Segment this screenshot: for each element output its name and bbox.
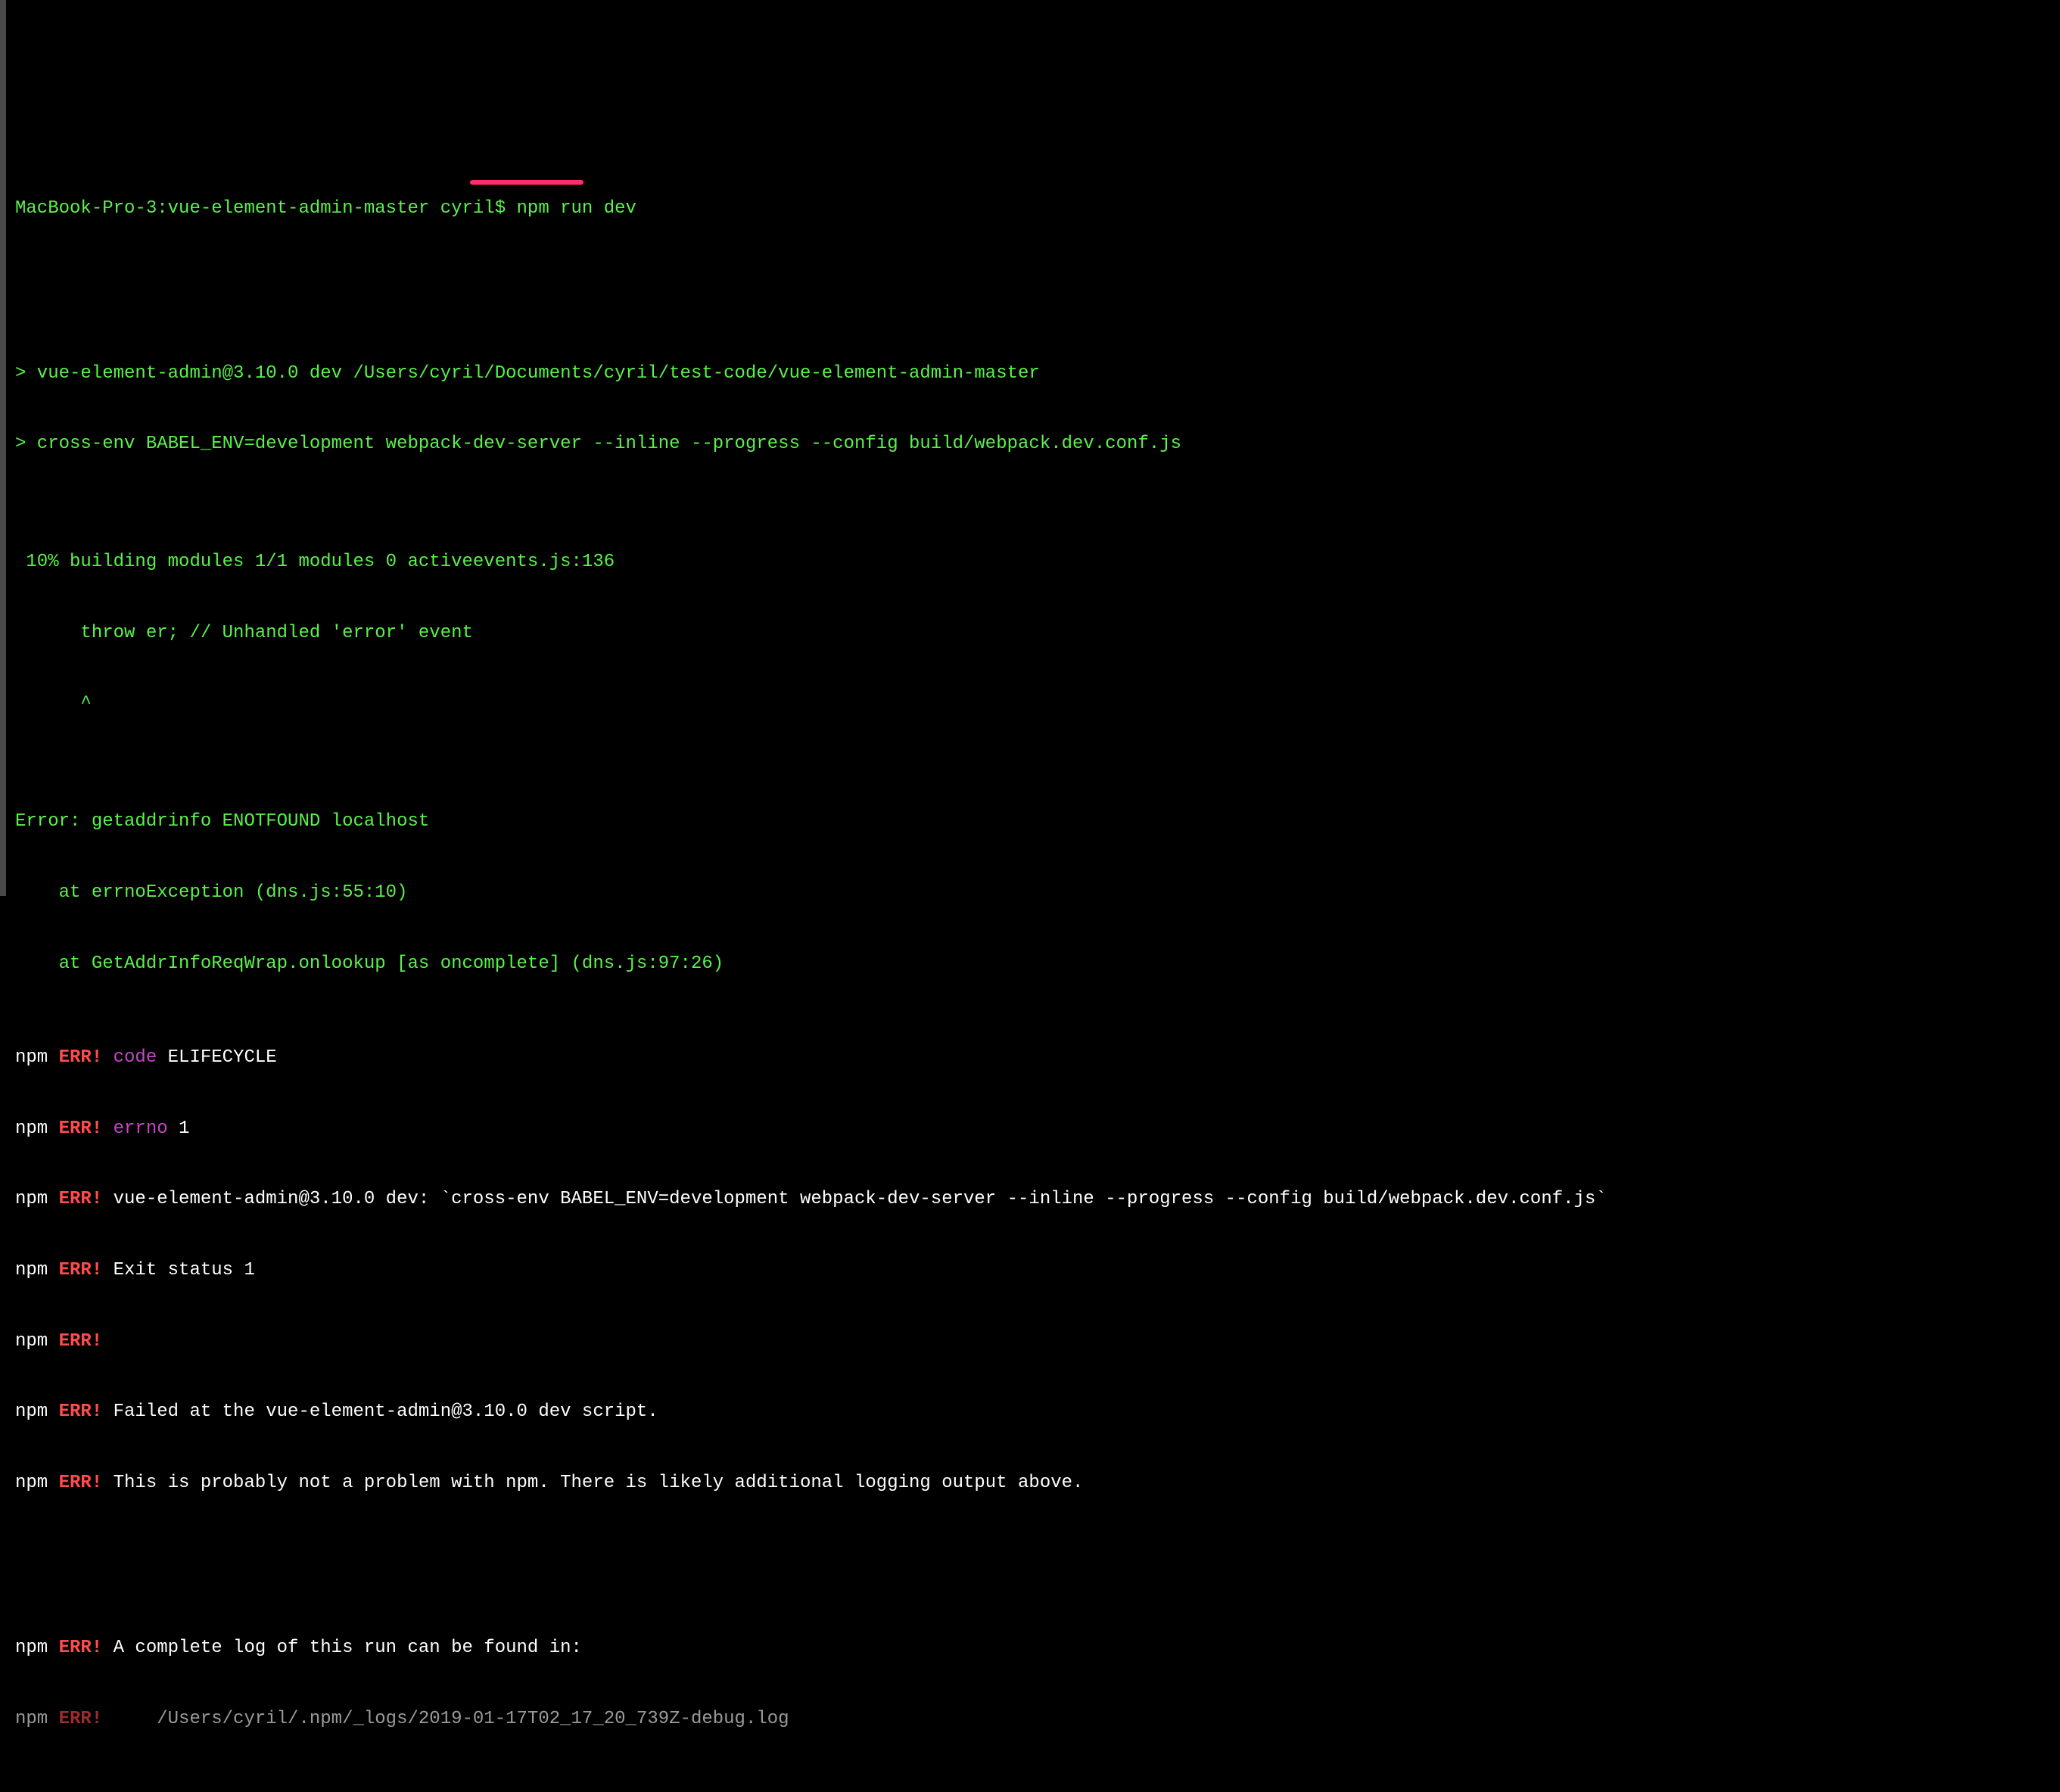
npm-err-tag: ERR! — [59, 1473, 103, 1493]
npm-prefix: npm — [15, 1473, 59, 1493]
npm-prefix: npm — [15, 1189, 59, 1209]
npm-err-tag: ERR! — [59, 1118, 103, 1139]
output-line: throw er; // Unhandled 'error' event — [15, 621, 2045, 645]
npm-prefix: npm — [15, 1118, 59, 1139]
npm-error-line: npm ERR! errno 1 — [15, 1117, 2045, 1140]
npm-err-tag: ERR! — [59, 1709, 103, 1729]
npm-err-value: ELIFECYCLE — [157, 1047, 276, 1068]
npm-error-line: npm ERR! vue-element-admin@3.10.0 dev: `… — [15, 1187, 2045, 1211]
npm-prefix: npm — [15, 1638, 59, 1658]
error-line: Error: getaddrinfo ENOTFOUND localhost — [15, 810, 2045, 833]
npm-err-value: A complete log of this run can be found … — [102, 1638, 582, 1658]
npm-err-key: code — [102, 1047, 157, 1068]
output-line: ^ — [15, 692, 2045, 715]
npm-err-value: vue-element-admin@3.10.0 dev: `cross-env… — [102, 1189, 1607, 1209]
npm-err-tag: ERR! — [59, 1189, 103, 1209]
prompt-line: MacBook-Pro-3:vue-element-admin-master c… — [15, 197, 2045, 220]
error-line: at errnoException (dns.js:55:10) — [15, 881, 2045, 904]
npm-err-tag: ERR! — [59, 1331, 103, 1352]
npm-prefix: npm — [15, 1260, 59, 1280]
npm-err-value: /Users/cyril/.npm/_logs/2019-01-17T02_17… — [102, 1709, 789, 1729]
npm-error-line: npm ERR! /Users/cyril/.npm/_logs/2019-01… — [15, 1707, 2045, 1731]
output-line: 10% building modules 1/1 modules 0 activ… — [15, 550, 2045, 574]
prompt-command: npm run dev — [517, 198, 636, 219]
command-underline-annotation — [470, 180, 583, 185]
npm-err-tag: ERR! — [59, 1260, 103, 1280]
npm-err-tag: ERR! — [59, 1047, 103, 1068]
npm-error-line: npm ERR! Failed at the vue-element-admin… — [15, 1400, 2045, 1423]
npm-error-line: npm ERR! A complete log of this run can … — [15, 1636, 2045, 1660]
npm-err-value: This is probably not a problem with npm.… — [102, 1473, 1083, 1493]
terminal-output[interactable]: MacBook-Pro-3:vue-element-admin-master c… — [15, 149, 2045, 1754]
npm-err-key: errno — [102, 1118, 167, 1139]
npm-error-line: npm ERR! — [15, 1330, 2045, 1353]
npm-error-line: npm ERR! This is probably not a problem … — [15, 1471, 2045, 1495]
error-line: at GetAddrInfoReqWrap.onlookup [as oncom… — [15, 952, 2045, 975]
window-left-border — [0, 0, 6, 896]
npm-err-value: 1 — [168, 1118, 190, 1139]
output-line: > cross-env BABEL_ENV=development webpac… — [15, 432, 2045, 456]
npm-err-value: Exit status 1 — [102, 1260, 255, 1280]
npm-error-line: npm ERR! code ELIFECYCLE — [15, 1046, 2045, 1069]
npm-err-tag: ERR! — [59, 1402, 103, 1422]
npm-prefix: npm — [15, 1047, 59, 1068]
npm-prefix: npm — [15, 1402, 59, 1422]
npm-err-tag: ERR! — [59, 1638, 103, 1658]
prompt-host: MacBook-Pro-3:vue-element-admin-master c… — [15, 198, 517, 219]
npm-err-value: Failed at the vue-element-admin@3.10.0 d… — [102, 1402, 658, 1422]
npm-prefix: npm — [15, 1331, 59, 1352]
npm-error-line: npm ERR! Exit status 1 — [15, 1258, 2045, 1282]
output-line: > vue-element-admin@3.10.0 dev /Users/cy… — [15, 362, 2045, 385]
npm-prefix: npm — [15, 1709, 59, 1729]
